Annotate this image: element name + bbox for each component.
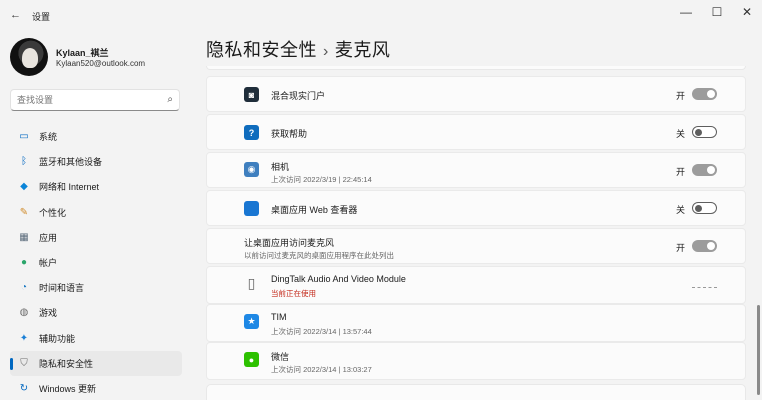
search-input[interactable]: [11, 90, 151, 110]
next-section-card: [206, 384, 746, 400]
sidebar-item-label: 网络和 Internet: [39, 182, 100, 193]
app-last-access: 当前正在使用: [271, 289, 316, 298]
permission-toggle[interactable]: [692, 126, 717, 138]
toggle-state-label: 开: [675, 91, 685, 101]
toggle-state-label: 开: [675, 243, 685, 253]
sidebar-item-label: Windows 更新: [39, 383, 97, 394]
update-icon: ↻: [19, 382, 29, 394]
toggle-placeholder: [692, 287, 717, 289]
sidebar-item-7[interactable]: ◍ 游戏: [10, 300, 182, 325]
user-profile[interactable]: Kylaan_褀兰 Kylaan520@outlook.com: [10, 38, 200, 78]
page-title: 隐私和安全性 › 麦克风: [206, 36, 390, 62]
close-button[interactable]: ✕: [737, 5, 757, 19]
toggle-state-label: 关: [675, 205, 685, 215]
wechat-icon: ●: [244, 352, 259, 367]
sidebar-item-4[interactable]: ▦ 应用: [10, 225, 182, 250]
sidebar-item-label: 蓝牙和其他设备: [39, 157, 103, 168]
search-box[interactable]: ⌕: [10, 89, 180, 111]
app-row: ? 获取帮助 关: [206, 114, 746, 150]
apps-icon: ▦: [19, 231, 29, 243]
sidebar-item-label: 应用: [39, 232, 58, 243]
brush-icon: ✎: [19, 206, 29, 218]
back-arrow-icon[interactable]: ←: [10, 9, 21, 21]
app-name: 获取帮助: [271, 129, 308, 139]
app-name: 微信: [271, 352, 290, 362]
permission-toggle[interactable]: [692, 164, 717, 176]
toggle-state-label: 关: [675, 129, 685, 139]
file-icon: ▯: [247, 275, 256, 291]
app-last-access: 以前访问过麦克风的桌面应用程序在此处列出: [244, 251, 394, 260]
sidebar-item-label: 隐私和安全性: [39, 358, 94, 369]
app-last-access: 上次访问 2022/3/14 | 13:03:27: [271, 365, 372, 374]
app-row: ◉ 相机上次访问 2022/3/19 | 22:45:14 开: [206, 152, 746, 188]
app-name: 让桌面应用访问麦克风: [244, 238, 335, 248]
maximize-button[interactable]: ☐: [707, 5, 727, 19]
sidebar-item-0[interactable]: ▭ 系统: [10, 124, 182, 149]
app-row: ★ TIM 上次访问 2022/3/14 | 13:57:44: [206, 304, 746, 342]
app-title: 设置: [32, 12, 51, 22]
sidebar-item-5[interactable]: ● 帐户: [10, 250, 182, 275]
sidebar-item-8[interactable]: ✦ 辅助功能: [10, 326, 182, 351]
gamepad-icon: ◍: [19, 307, 29, 319]
app-row: ● 微信上次访问 2022/3/14 | 13:03:27: [206, 342, 746, 380]
app-row: ▯ DingTalk Audio And Video Module 当前正在使用: [206, 266, 746, 304]
breadcrumb-parent[interactable]: 隐私和安全性: [206, 40, 317, 60]
sidebar-item-label: 时间和语言: [39, 283, 85, 294]
monitor-icon: ▭: [19, 131, 29, 143]
app-last-access: 上次访问 2022/3/14 | 13:57:44: [271, 327, 372, 336]
sidebar-item-label: 辅助功能: [39, 333, 76, 344]
globe-clock-icon: ◔: [20, 282, 28, 294]
app-permission-list: ◙ 混合现实门户开? 获取帮助关 ◉ 相机 上次访问 2022/3/19 | 22:45:…: [206, 66, 746, 400]
tim-icon: ★: [244, 314, 259, 329]
sidebar-item-9[interactable]: ⛉ 隐私和安全性: [10, 350, 182, 376]
app-row: 让桌面应用访问麦克风以前访问过麦克风的桌面应用程序在此处列出 开: [206, 228, 746, 264]
user-email: Kylaan520@outlook.com: [56, 59, 146, 68]
app-name: 混合现实门户: [271, 91, 326, 101]
user-name: Kylaan_褀兰: [56, 48, 109, 58]
camera-icon: ◉: [244, 162, 259, 177]
sidebar-item-10[interactable]: ↻ Windows 更新: [10, 376, 182, 400]
sidebar-item-6[interactable]: ◔ 时间和语言: [10, 275, 182, 300]
toggle-state-label: 开: [675, 167, 685, 177]
app-name: DingTalk Audio And Video Module: [271, 274, 406, 284]
permission-toggle[interactable]: [692, 240, 717, 252]
sidebar-item-3[interactable]: ✎ 个性化: [10, 200, 182, 225]
web-viewer-icon: [244, 201, 259, 216]
breadcrumb-current: 麦克风: [334, 40, 391, 60]
sidebar-item-label: 个性化: [39, 207, 67, 218]
wifi-icon: ◆: [20, 181, 28, 193]
mixed-reality-icon: ◙: [244, 87, 259, 102]
shield-icon: ⛉: [20, 357, 28, 369]
app-name: TIM: [271, 312, 287, 322]
accessibility-icon: ✦: [19, 332, 29, 344]
person-icon: ●: [20, 257, 28, 269]
sidebar-item-label: 帐户: [39, 258, 58, 269]
permission-toggle[interactable]: [692, 202, 717, 214]
app-last-access: 上次访问 2022/3/19 | 22:45:14: [271, 175, 372, 184]
app-row: ◙ 混合现实门户 开: [206, 76, 746, 112]
app-name: 桌面应用 Web 查看器: [271, 205, 358, 215]
previous-card-edge: [206, 66, 746, 70]
breadcrumb-separator-icon: ›: [323, 43, 329, 60]
search-icon[interactable]: ⌕: [167, 94, 173, 105]
scrollbar-thumb[interactable]: [757, 305, 760, 395]
avatar[interactable]: [10, 38, 48, 76]
minimize-button[interactable]: —: [676, 5, 696, 19]
sidebar-item-2[interactable]: ◆ 网络和 Internet: [10, 174, 182, 199]
bluetooth-icon: ᛒ: [21, 156, 27, 168]
sidebar-nav: ▭ 系统 ᛒ 蓝牙和其他设备 ◆ 网络和 Internet ✎ 个性化 ▦ 应用 ● 帐户 ◔ 时间和语言…: [10, 124, 182, 400]
sidebar-item-label: 游戏: [39, 308, 58, 319]
app-row: 桌面应用 Web 查看器 关: [206, 190, 746, 226]
permission-toggle[interactable]: [692, 88, 717, 100]
title-bar: ← 设置 — ☐ ✕: [0, 0, 762, 30]
sidebar-item-1[interactable]: ᛒ 蓝牙和其他设备: [10, 149, 182, 174]
help-icon: ?: [244, 125, 259, 140]
app-name: 相机: [271, 162, 290, 172]
sidebar-item-label: 系统: [39, 132, 58, 143]
